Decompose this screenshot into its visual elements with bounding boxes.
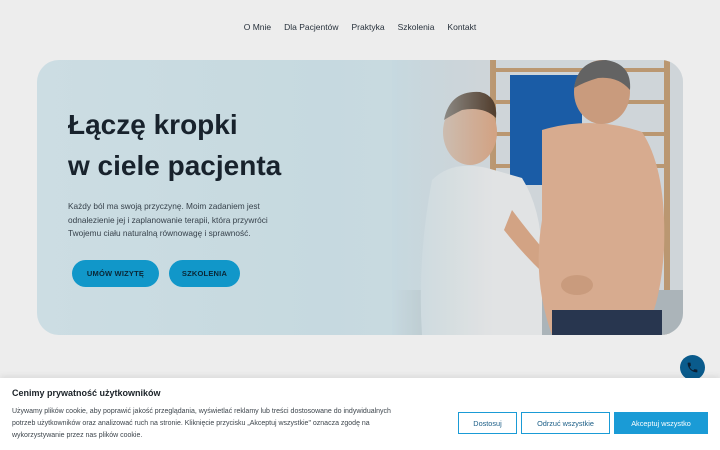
cookie-consent-banner: Cenimy prywatność użytkowników Używamy p…: [0, 378, 720, 450]
cookie-accept-all-button[interactable]: Akceptuj wszystko: [614, 412, 708, 434]
hero-description: Każdy ból ma swoją przyczynę. Moim zadan…: [68, 200, 328, 241]
hero-description-line-1: Każdy ból ma swoją przyczynę. Moim zadan…: [68, 201, 260, 211]
nav-item-dla-pacjentow[interactable]: Dla Pacjentów: [284, 22, 338, 32]
hero-description-line-2: odnalezienie jej i zaplanowanie terapii,…: [68, 214, 268, 225]
cookie-reject-all-button[interactable]: Odrzuć wszystkie: [521, 412, 610, 434]
nav-item-szkolenia[interactable]: Szkolenia: [398, 22, 435, 32]
phone-call-button[interactable]: [680, 355, 705, 380]
nav-item-o-mnie[interactable]: O Mnie: [244, 22, 271, 32]
hero-banner: Łączę kropki w ciele pacjenta Każdy ból …: [37, 60, 683, 335]
hero-title-line-2: w ciele pacjenta: [68, 150, 282, 181]
hero-description-line-3: Twojemu ciału naturalną równowagę i spra…: [68, 228, 251, 238]
hero-title: Łączę kropki w ciele pacjenta: [68, 104, 281, 186]
main-nav: O Mnie Dla Pacjentów Praktyka Szkolenia …: [0, 0, 720, 54]
book-visit-button[interactable]: UMÓW WIZYTĘ: [72, 260, 159, 287]
cookie-customize-button[interactable]: Dostosuj: [458, 412, 517, 434]
hero-title-line-1: Łączę kropki: [68, 109, 238, 140]
cookie-description-line-3: wykorzystywanie przez nas plików cookie.: [12, 432, 143, 440]
cookie-description-line-2: potrzeb użytkowników oraz analizować ruc…: [12, 420, 370, 428]
trainings-button[interactable]: SZKOLENIA: [169, 260, 240, 287]
nav-item-kontakt[interactable]: Kontakt: [447, 22, 476, 32]
nav-item-praktyka[interactable]: Praktyka: [351, 22, 384, 32]
cookie-title: Cenimy prywatność użytkowników: [12, 388, 161, 398]
cookie-description-line-1: Używamy plików cookie, aby poprawić jako…: [12, 408, 391, 415]
cookie-description: Używamy plików cookie, aby poprawić jako…: [12, 406, 442, 443]
phone-icon: [687, 362, 698, 373]
hero-photo: [392, 60, 683, 335]
